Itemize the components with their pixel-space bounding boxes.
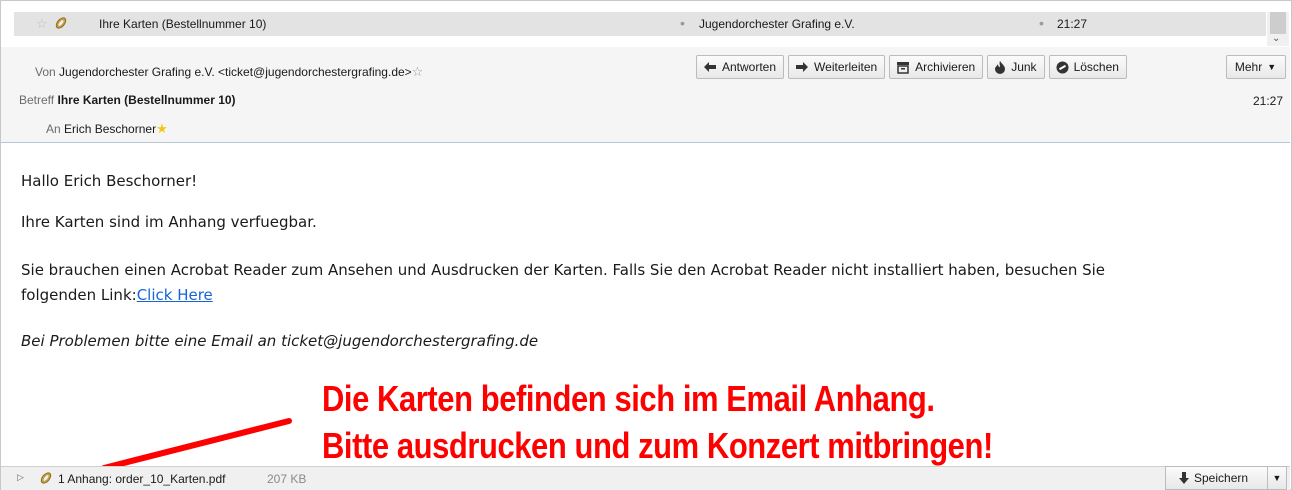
attachment-bar[interactable]: ▷ 1 Anhang: order_10_Karten.pdf 207 KB xyxy=(1,466,1290,490)
annotation-line-1: Die Karten befinden sich im Email Anhang… xyxy=(322,378,935,419)
download-arrow-icon xyxy=(1179,471,1189,484)
attachment-size: 207 KB xyxy=(267,472,307,486)
expand-triangle-icon[interactable]: ▷ xyxy=(17,472,24,483)
attachment-label[interactable]: 1 Anhang: order_10_Karten.pdf xyxy=(58,472,225,486)
annotation-line-2: Bitte ausdrucken und zum Konzert mitbrin… xyxy=(322,425,993,466)
save-button[interactable]: Speichern xyxy=(1165,466,1273,490)
chevron-down-icon: ▼ xyxy=(1272,473,1282,483)
save-label: Speichern xyxy=(1194,471,1249,485)
save-dropdown-button[interactable]: ▼ xyxy=(1267,466,1287,490)
paperclip-icon xyxy=(39,471,53,488)
